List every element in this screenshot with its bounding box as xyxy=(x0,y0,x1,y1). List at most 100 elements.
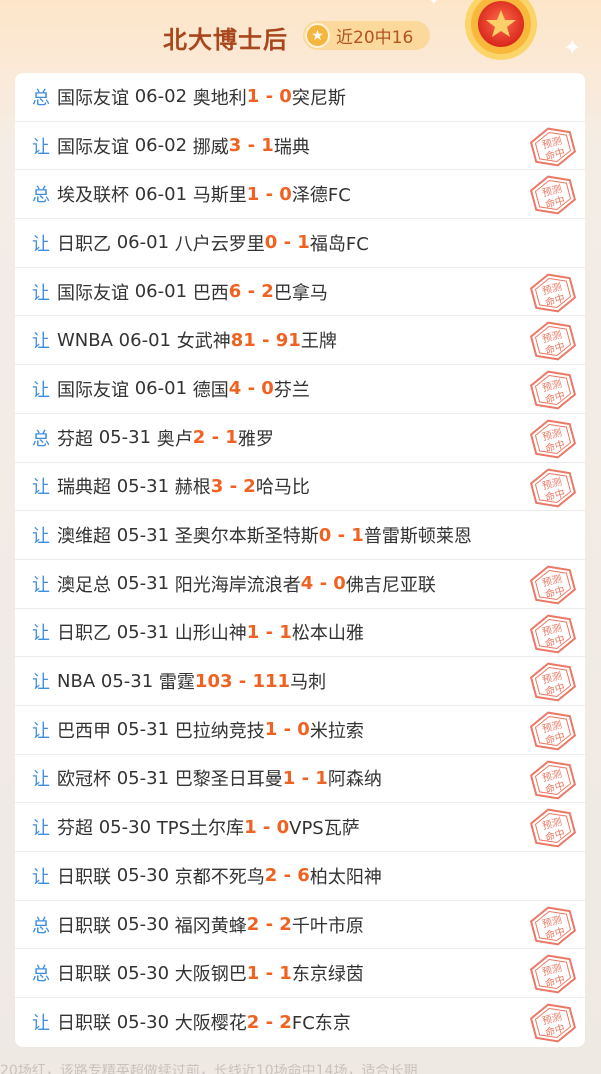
match-list: 总国际友谊 06-02 奥地利 1 - 0 突尼斯让国际友谊 06-02 挪威 3 -… xyxy=(15,73,585,1047)
league-name: 日职乙 xyxy=(57,623,111,645)
prediction-hit-stamp-icon: 预测命中 xyxy=(529,808,577,848)
league-name: 日职乙 xyxy=(57,233,111,255)
match-row[interactable]: 让 NBA 05-31 雷霆 103 - 111 马刺 预测 命中 xyxy=(15,657,585,706)
match-score: 0 - 1 xyxy=(318,524,364,546)
away-team: 福岛FC xyxy=(309,233,369,255)
match-score: 4 - 0 xyxy=(228,378,274,400)
match-row[interactable]: 让澳维超 05-31 圣奥尔本斯圣特斯 0 - 1 普雷斯顿莱恩 xyxy=(15,511,585,560)
prediction-hit-stamp-icon: 预测命中 xyxy=(529,954,577,994)
match-row[interactable]: 总日职联 05-30 大阪钢巴 1 - 1 东京绿茵 预测 命中 xyxy=(15,949,585,999)
page-title: 北大博士后 xyxy=(163,26,288,54)
prediction-hit-stamp-icon: 预测命中 xyxy=(529,127,577,167)
match-date: 05-31 xyxy=(98,427,152,449)
match-score: 2 - 6 xyxy=(264,865,310,887)
away-team: 马刺 xyxy=(290,672,327,694)
bet-type-tag: 让 xyxy=(32,672,50,694)
bet-type-tag: 让 xyxy=(32,379,50,401)
match-row[interactable]: 让日职乙 05-31 山形山神 1 - 1 松本山雅 预测 命中 xyxy=(15,609,585,658)
match-row[interactable]: 让日职联 05-30 京都不死鸟 2 - 6 柏太阳神 xyxy=(15,852,585,901)
league-name: 芬超 xyxy=(57,428,93,450)
prediction-hit-stamp-icon: 预测命中 xyxy=(529,419,577,459)
league-name: WNBA xyxy=(57,329,113,351)
match-date: 05-30 xyxy=(116,1011,170,1033)
league-name: NBA xyxy=(57,670,96,692)
match-date: 05-31 xyxy=(116,475,170,497)
match-row[interactable]: 让日职乙 06-01 八户云罗里 0 - 1 福岛FC xyxy=(15,219,585,268)
prediction-hit-stamp-icon: 预测命中 xyxy=(529,370,577,410)
bet-type-tag: 让 xyxy=(32,136,50,158)
away-team: 芬兰 xyxy=(273,379,310,401)
match-row[interactable]: 让 WNBA 06-01 女武神 81 - 91 王牌 预测 命中 xyxy=(15,316,585,366)
home-team: 京都不死鸟 xyxy=(174,866,265,888)
prediction-hit-stamp-icon: 预测命中 xyxy=(529,273,577,313)
match-date: 05-30 xyxy=(116,865,170,887)
match-score: 1 - 1 xyxy=(282,767,328,789)
home-team: 马斯里 xyxy=(192,185,247,207)
match-row[interactable]: 总国际友谊 06-02 奥地利 1 - 0 突尼斯 xyxy=(15,73,585,122)
match-row[interactable]: 让国际友谊 06-01 巴西 6 - 2 巴拿马 预测 命中 xyxy=(15,268,585,317)
sparkle-icon: ✦ xyxy=(428,0,440,9)
league-name: 日职联 xyxy=(57,866,111,888)
home-team: 福冈黄蜂 xyxy=(174,915,247,937)
match-date: 06-01 xyxy=(134,378,188,400)
match-date: 05-31 xyxy=(100,670,154,692)
match-row[interactable]: 让芬超 05-30 TPS土尔库 1 - 0 VPS瓦萨 预测 命中 xyxy=(15,803,585,852)
league-name: 芬超 xyxy=(57,818,93,840)
home-team: 大阪钢巴 xyxy=(174,964,247,986)
bet-type-tag: 让 xyxy=(32,623,50,645)
match-row[interactable]: 让国际友谊 06-02 挪威 3 - 1 瑞典 预测 命中 xyxy=(15,122,585,171)
away-team: 哈马比 xyxy=(255,477,310,499)
home-team: 八户云罗里 xyxy=(174,233,265,255)
match-score: 4 - 0 xyxy=(300,573,346,595)
match-score: 3 - 2 xyxy=(210,475,256,497)
match-date: 05-31 xyxy=(116,621,170,643)
home-team: 挪威 xyxy=(192,136,229,158)
prediction-hit-stamp-icon: 预测命中 xyxy=(529,711,577,751)
match-date: 06-02 xyxy=(134,135,188,157)
bet-type-tag: 总 xyxy=(32,185,50,207)
bet-type-tag: 让 xyxy=(32,282,50,304)
match-row[interactable]: 总日职联 05-30 福冈黄蜂 2 - 2 千叶市原 预测 命中 xyxy=(15,901,585,950)
home-team: 圣奥尔本斯圣特斯 xyxy=(174,526,319,548)
home-team: 巴西 xyxy=(192,282,229,304)
home-team: 德国 xyxy=(192,379,229,401)
match-row[interactable]: 总埃及联杯 06-01 马斯里 1 - 0 泽德FC 预测 命中 xyxy=(15,170,585,220)
record-badge-text: 近20中16 xyxy=(336,28,414,48)
bet-type-tag: 让 xyxy=(32,769,50,791)
match-score: 1 - 0 xyxy=(264,719,310,741)
bet-type-tag: 让 xyxy=(32,818,50,840)
match-score: 103 - 111 xyxy=(194,670,291,692)
match-row[interactable]: 让澳足总 05-31 阳光海岸流浪者 4 - 0 佛吉尼亚联 预测 命中 xyxy=(15,560,585,609)
match-row[interactable]: 总芬超 05-31 奥卢 2 - 1 雅罗 预测 命中 xyxy=(15,414,585,463)
bet-type-tag: 让 xyxy=(32,331,50,353)
home-team: 奥卢 xyxy=(156,428,193,450)
match-score: 1 - 0 xyxy=(246,86,292,108)
match-date: 05-31 xyxy=(116,719,170,741)
match-score: 0 - 1 xyxy=(264,232,310,254)
star-icon: ★ xyxy=(305,23,330,48)
bet-type-tag: 总 xyxy=(32,964,50,986)
match-date: 06-02 xyxy=(134,86,188,108)
match-date: 05-30 xyxy=(116,914,170,936)
match-row[interactable]: 让巴西甲 05-31 巴拉纳竞技 1 - 0 米拉索 预测 命中 xyxy=(15,706,585,755)
league-name: 埃及联杯 xyxy=(57,185,129,207)
bet-type-tag: 总 xyxy=(32,915,50,937)
league-name: 日职联 xyxy=(57,915,111,937)
bet-type-tag: 让 xyxy=(32,1013,50,1035)
away-team: 阿森纳 xyxy=(327,769,382,791)
home-team: 赫根 xyxy=(174,477,211,499)
match-row[interactable]: 让欧冠杯 05-31 巴黎圣日耳曼 1 - 1 阿森纳 预测 命中 xyxy=(15,755,585,804)
away-team: 千叶市原 xyxy=(291,915,364,937)
match-score: 81 - 91 xyxy=(230,329,301,351)
prediction-hit-stamp-icon: 预测命中 xyxy=(529,614,577,653)
away-team: 柏太阳神 xyxy=(309,866,382,888)
match-row[interactable]: 让日职联 05-30 大阪樱花 2 - 2 FC东京 预测 命中 xyxy=(15,998,585,1047)
match-score: 1 - 1 xyxy=(246,962,292,984)
league-name: 国际友谊 xyxy=(57,379,129,401)
home-team: 巴拉纳竞技 xyxy=(174,720,265,742)
match-row[interactable]: 让瑞典超 05-31 赫根 3 - 2 哈马比 预测 命中 xyxy=(15,463,585,512)
record-badge: ★ 近20中16 xyxy=(303,21,430,50)
match-row[interactable]: 让国际友谊 06-01 德国 4 - 0 芬兰 预测 命中 xyxy=(15,365,585,414)
match-date: 06-01 xyxy=(134,183,188,205)
away-team: 米拉索 xyxy=(309,720,364,742)
